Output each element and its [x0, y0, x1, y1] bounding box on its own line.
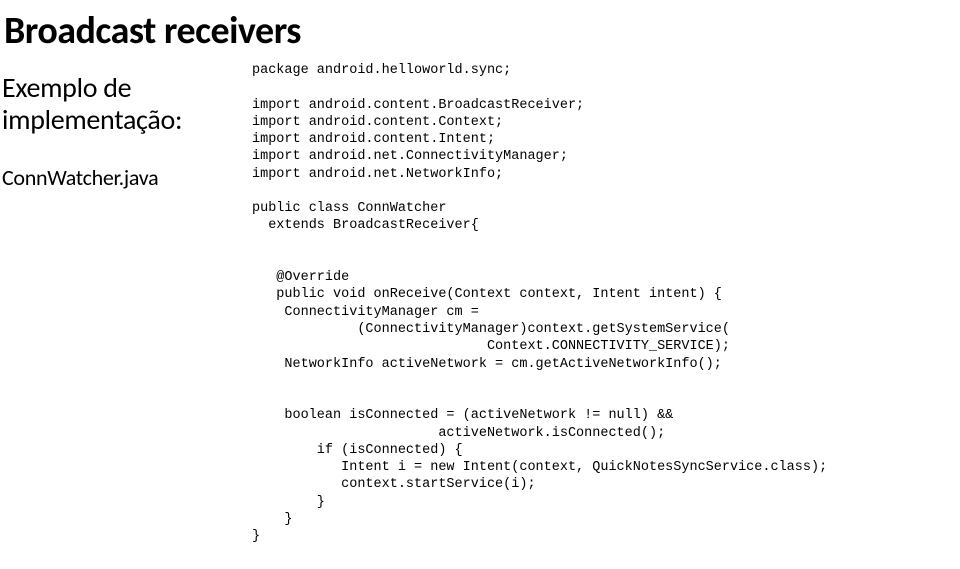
subtitle-line1: Exemplo de [2, 70, 131, 105]
code-block: package android.helloworld.sync; import … [252, 62, 827, 545]
left-column: Exemplo de implementação: ConnWatcher.ja… [2, 72, 262, 191]
subtitle-line2: implementação: [2, 102, 182, 137]
filename-label: ConnWatcher.java [2, 164, 262, 191]
subtitle: Exemplo de implementação: [2, 72, 262, 136]
slide-title: Broadcast receivers [0, 0, 960, 54]
